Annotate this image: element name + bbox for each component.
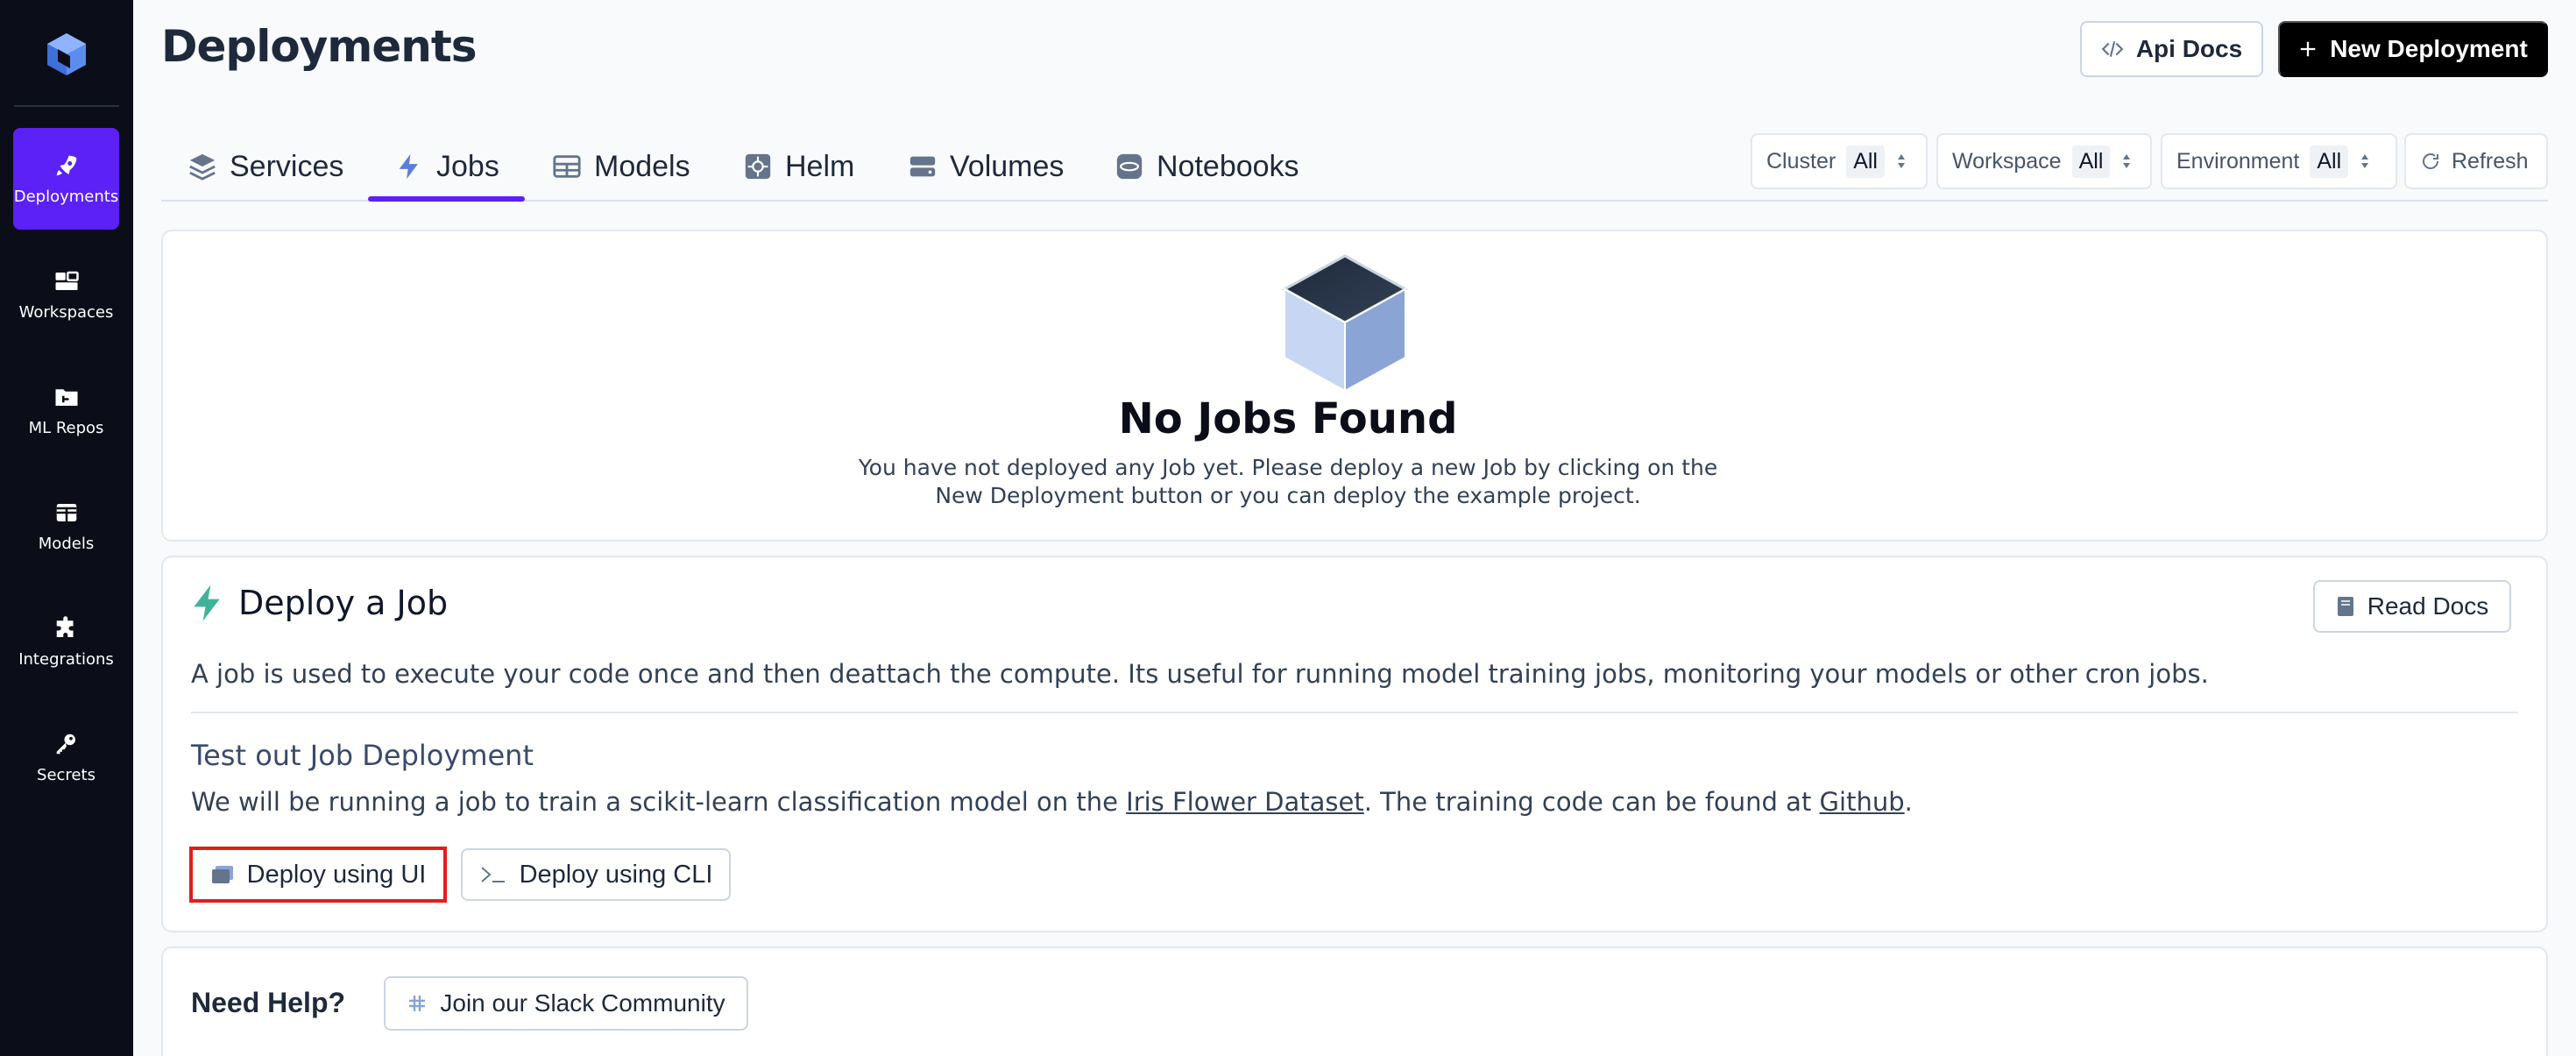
deploy-job-heading: Deploy a Job	[191, 584, 448, 622]
sidebar-item-integrations[interactable]: Integrations	[13, 591, 119, 692]
layers-icon	[189, 153, 216, 181]
bolt-icon	[399, 153, 418, 180]
key-icon	[56, 734, 75, 754]
tab-services[interactable]: Services	[188, 131, 343, 202]
refresh-label: Refresh	[2452, 148, 2529, 174]
sidebar-divider	[14, 105, 119, 107]
tab-helm[interactable]: Helm	[743, 131, 854, 202]
code-icon	[2101, 41, 2124, 57]
table-icon	[553, 155, 581, 178]
workspaces-icon	[55, 271, 79, 290]
book-icon	[2337, 597, 2353, 616]
iris-dataset-link[interactable]: Iris Flower Dataset	[1126, 787, 1364, 817]
environment-filter-label: Environment	[2176, 148, 2300, 174]
cluster-filter[interactable]: Cluster All	[1751, 133, 1928, 189]
box-icon	[1281, 254, 1409, 393]
sidebar-item-label: Integrations	[18, 649, 114, 669]
tab-label: Models	[594, 149, 690, 183]
tab-label: Volumes	[950, 149, 1065, 183]
api-docs-label: Api Docs	[2135, 35, 2243, 62]
sidebar-item-workspaces[interactable]: Workspaces	[13, 244, 119, 345]
bolt-icon	[194, 585, 220, 621]
tab-label: Notebooks	[1157, 149, 1299, 183]
sort-caret-icon	[2361, 154, 2369, 168]
test-desc-middle: . The training code can be found at	[1363, 787, 1820, 817]
empty-state-line-1: You have not deployed any Job yet. Pleas…	[858, 455, 1718, 480]
slack-label: Join our Slack Community	[440, 989, 725, 1017]
refresh-button[interactable]: Refresh	[2404, 133, 2548, 189]
join-slack-button[interactable]: Join our Slack Community	[384, 976, 748, 1031]
tab-notebooks[interactable]: Notebooks	[1115, 131, 1299, 202]
test-deployment-description: We will be running a job to train a scik…	[191, 787, 1913, 817]
tab-label: Services	[230, 149, 344, 183]
environment-filter[interactable]: Environment All	[2161, 133, 2397, 189]
deploy-cli-label: Deploy using CLI	[519, 860, 713, 889]
workspace-filter-value: All	[2071, 145, 2111, 178]
tab-label: Jobs	[436, 149, 499, 183]
environment-filter-value: All	[2310, 145, 2349, 178]
read-docs-button[interactable]: Read Docs	[2313, 580, 2511, 633]
volumes-icon	[909, 156, 936, 177]
refresh-icon	[2423, 153, 2439, 169]
empty-state-description: You have not deployed any Job yet. Pleas…	[0, 454, 2576, 510]
new-deployment-button[interactable]: New Deployment	[2278, 21, 2548, 77]
sidebar-item-label: Workspaces	[18, 302, 114, 322]
deploy-using-ui-button[interactable]: Deploy using UI	[189, 847, 447, 903]
slack-icon	[409, 996, 426, 1011]
sidebar-item-deployments[interactable]: Deployments	[13, 128, 119, 230]
section-divider	[191, 712, 2518, 713]
empty-state-title: No Jobs Found	[1118, 394, 1458, 443]
tab-models[interactable]: Models	[552, 131, 690, 202]
cluster-filter-value: All	[1846, 145, 1885, 178]
terminal-icon	[480, 867, 505, 882]
need-help-title: Need Help?	[191, 987, 346, 1018]
sort-caret-icon	[2123, 154, 2131, 168]
puzzle-icon	[56, 615, 73, 637]
notebook-icon	[1116, 153, 1143, 180]
github-link[interactable]: Github	[1820, 787, 1905, 817]
sidebar-item-label: Deployments	[13, 187, 119, 206]
sidebar-item-secrets[interactable]: Secrets	[13, 706, 119, 808]
cluster-filter-label: Cluster	[1766, 148, 1836, 174]
new-deployment-label: New Deployment	[2330, 35, 2528, 62]
deploy-using-cli-button[interactable]: Deploy using CLI	[461, 848, 731, 901]
cube-logo-icon[interactable]	[44, 32, 89, 77]
empty-state-line-2: New Deployment button or you can deploy …	[935, 483, 1641, 508]
test-deployment-title: Test out Job Deployment	[191, 739, 534, 772]
deploy-job-title: Deploy a Job	[238, 584, 449, 622]
workspace-filter-label: Workspace	[1952, 148, 2062, 174]
sort-caret-icon	[1897, 154, 1905, 168]
tab-jobs[interactable]: Jobs	[394, 131, 499, 202]
deploy-job-description: A job is used to execute your code once …	[191, 659, 2209, 689]
sidebar-item-label: Models	[38, 534, 95, 553]
test-desc-before: We will be running a job to train a scik…	[191, 787, 1127, 817]
deploy-ui-label: Deploy using UI	[246, 860, 427, 889]
tab-volumes[interactable]: Volumes	[908, 131, 1064, 202]
helm-icon	[745, 153, 771, 180]
plus-icon	[2300, 41, 2316, 57]
read-docs-label: Read Docs	[2367, 592, 2489, 620]
test-desc-after: .	[1904, 787, 1913, 817]
page-title: Deployments	[161, 21, 478, 72]
active-tab-indicator	[368, 196, 525, 202]
sidebar: Deployments Workspaces ML Repos Models I…	[0, 0, 133, 1056]
sidebar-item-label: Secrets	[37, 765, 96, 784]
tab-label: Helm	[785, 149, 855, 183]
api-docs-button[interactable]: Api Docs	[2080, 21, 2263, 77]
workspace-filter[interactable]: Workspace All	[1936, 133, 2152, 189]
window-stack-icon	[211, 866, 233, 883]
rocket-icon	[56, 155, 76, 175]
